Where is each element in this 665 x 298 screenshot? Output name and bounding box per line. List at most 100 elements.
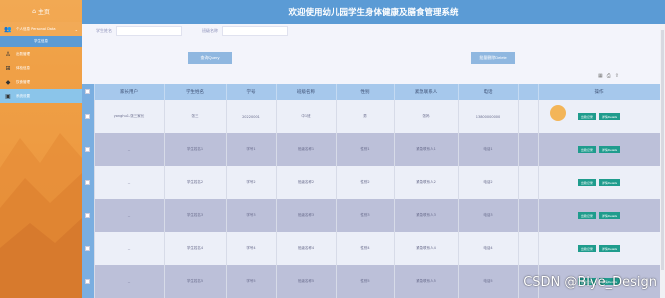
table-cell: 张妈 <box>394 100 459 133</box>
column-header[interactable]: 紧急联系人 <box>394 84 459 100</box>
table-cell: 学号3 <box>226 199 277 232</box>
row-checkbox[interactable] <box>82 133 95 166</box>
table-cell: 班级名称3 <box>276 199 337 232</box>
table-cell <box>518 100 539 133</box>
table-cell: -- <box>94 265 165 298</box>
table-cell: -- <box>94 232 165 265</box>
details-button[interactable]: 详情Details <box>598 179 621 186</box>
attendance-record-button[interactable]: 出勤记录 <box>577 113 596 120</box>
sidebar-home[interactable]: ⌂ 主页 <box>0 0 82 22</box>
table-cell: 中1班 <box>276 100 337 133</box>
table-row: -- 学生姓名4 学号4 班级名称4 性别4 紧急联系人4 电话4 出勤记录 详情Details <box>82 232 660 265</box>
details-button[interactable]: 详情Details <box>598 146 621 153</box>
row-actions: 出勤记录 详情Details <box>538 232 660 265</box>
table-cell: 紧急联系人5 <box>394 265 459 298</box>
search-bar: 学生姓名 班级名称 <box>96 26 288 36</box>
table-cell <box>518 199 539 232</box>
table-cell: 电话3 <box>458 199 519 232</box>
row-actions: 出勤记录 详情Details <box>538 199 660 232</box>
row-checkbox[interactable] <box>82 100 95 133</box>
sidebar-item-personal-data[interactable]: 👥 个人信息 Personal Data ⌄ <box>0 22 82 36</box>
attendance-record-button[interactable]: 出勤记录 <box>577 146 596 153</box>
select-all-checkbox[interactable] <box>82 84 95 100</box>
student-name-input[interactable] <box>116 26 182 36</box>
table-cell: 20220001 <box>226 100 277 133</box>
watermark: CSDN @Blye_Design <box>523 275 657 290</box>
row-checkbox[interactable] <box>82 199 95 232</box>
column-header: 操作 <box>538 84 660 100</box>
attendance-record-button[interactable]: 出勤记录 <box>577 212 596 219</box>
table-row: yonghu1-张三家长 张三 20220001 中1班男张妈 13800000000 出… <box>82 100 660 133</box>
class-name-input[interactable] <box>222 26 288 36</box>
table-cell: 性别3 <box>336 199 395 232</box>
user-icon: 👥 <box>4 25 12 33</box>
table-cell: 学号1 <box>226 133 277 166</box>
sidebar-item-student-info[interactable]: 学生信息 <box>0 36 82 47</box>
details-button[interactable]: 详情Details <box>598 212 621 219</box>
row-checkbox[interactable] <box>82 232 95 265</box>
row-checkbox[interactable] <box>82 166 95 199</box>
sidebar-item-settings[interactable]: ▣ 系统设置 <box>0 89 82 103</box>
table-cell: 性别4 <box>336 232 395 265</box>
sidebar-item-label: 系统设置 <box>16 93 30 98</box>
batch-delete-button[interactable]: 批量删除Delete <box>471 52 515 64</box>
sidebar-item-label: 出勤管理 <box>16 51 30 56</box>
page-title: 欢迎使用幼儿园学生身体健康及膳食管理系统 <box>288 8 459 18</box>
sidebar-item-health-check[interactable]: ⊞ 体检信息 <box>0 61 82 75</box>
sidebar-item-label: 体检信息 <box>16 65 30 70</box>
table-cell: 学生姓名3 <box>164 199 227 232</box>
table-row: -- 学生姓名2 学号2 班级名称2 性别2 紧急联系人2 电话2 出勤记录 详情Details <box>82 166 660 199</box>
table-cell: 电话5 <box>458 265 519 298</box>
row-checkbox[interactable] <box>82 265 95 298</box>
monitor-icon: ▣ <box>5 92 11 100</box>
column-header[interactable]: 学号 <box>226 84 277 100</box>
table-cell: 学生姓名1 <box>164 133 227 166</box>
page-header: 欢迎使用幼儿园学生身体健康及膳食管理系统 <box>82 0 665 24</box>
scrollbar-thumb[interactable] <box>661 30 664 270</box>
attendance-record-button[interactable]: 出勤记录 <box>577 245 596 252</box>
sidebar: ⌂ 主页 👥 个人信息 Personal Data ⌄ 学生信息 ♙ 出勤管理 … <box>0 0 82 298</box>
table-cell <box>518 232 539 265</box>
grid-icon[interactable]: ▦ <box>598 73 603 79</box>
column-header[interactable]: 性别 <box>336 84 395 100</box>
table-row: -- 学生姓名1 学号1 班级名称1 性别1 紧急联系人1 电话1 出勤记录 详情Details <box>82 133 660 166</box>
sidebar-item-label: 个人信息 Personal Data <box>16 26 56 31</box>
table-cell: 13800000000 <box>458 100 519 133</box>
export-icon[interactable]: ⇪ <box>615 73 619 79</box>
table-cell: 张三 <box>164 100 227 133</box>
table-cell: 性别2 <box>336 166 395 199</box>
column-header[interactable]: 电话 <box>458 84 519 100</box>
table-cell: 电话2 <box>458 166 519 199</box>
sidebar-item-label: 饮食管理 <box>16 79 30 84</box>
column-header[interactable]: 学生姓名 <box>164 84 227 100</box>
table-cell <box>518 133 539 166</box>
table-cell: 学号5 <box>226 265 277 298</box>
home-icon: ⌂ <box>32 7 36 15</box>
table-cell: -- <box>94 199 165 232</box>
print-icon[interactable]: ⎙ <box>607 73 611 79</box>
attendance-record-button[interactable]: 出勤记录 <box>577 179 596 186</box>
details-button[interactable]: 详情Details <box>598 245 621 252</box>
table-cell: yonghu1-张三家长 <box>94 100 165 133</box>
table-cell: 电话4 <box>458 232 519 265</box>
sidebar-background-illustration <box>0 133 82 298</box>
sidebar-item-attendance[interactable]: ♙ 出勤管理 <box>0 47 82 61</box>
sidebar-item-diet[interactable]: ◆ 饮食管理 <box>0 75 82 89</box>
row-actions: 出勤记录 详情Details <box>538 133 660 166</box>
table-cell: 紧急联系人1 <box>394 133 459 166</box>
table-cell: 学生姓名2 <box>164 166 227 199</box>
table-cell: 电话1 <box>458 133 519 166</box>
chevron-down-icon: ⌄ <box>74 26 78 32</box>
table-cell: 男 <box>336 100 395 133</box>
column-header <box>518 84 539 100</box>
search-button[interactable]: 查询Query <box>188 52 232 64</box>
details-button[interactable]: 详情Details <box>598 113 621 120</box>
table-cell: 班级名称5 <box>276 265 337 298</box>
table-cell: 学生姓名4 <box>164 232 227 265</box>
table-toolbar: ▦ ⎙ ⇪ <box>598 73 619 79</box>
cursor-highlight <box>550 105 566 121</box>
table-cell: 紧急联系人4 <box>394 232 459 265</box>
column-header[interactable]: 班级名称 <box>276 84 337 100</box>
table-cell: 紧急联系人3 <box>394 199 459 232</box>
column-header[interactable]: 家长用户 <box>94 84 165 100</box>
